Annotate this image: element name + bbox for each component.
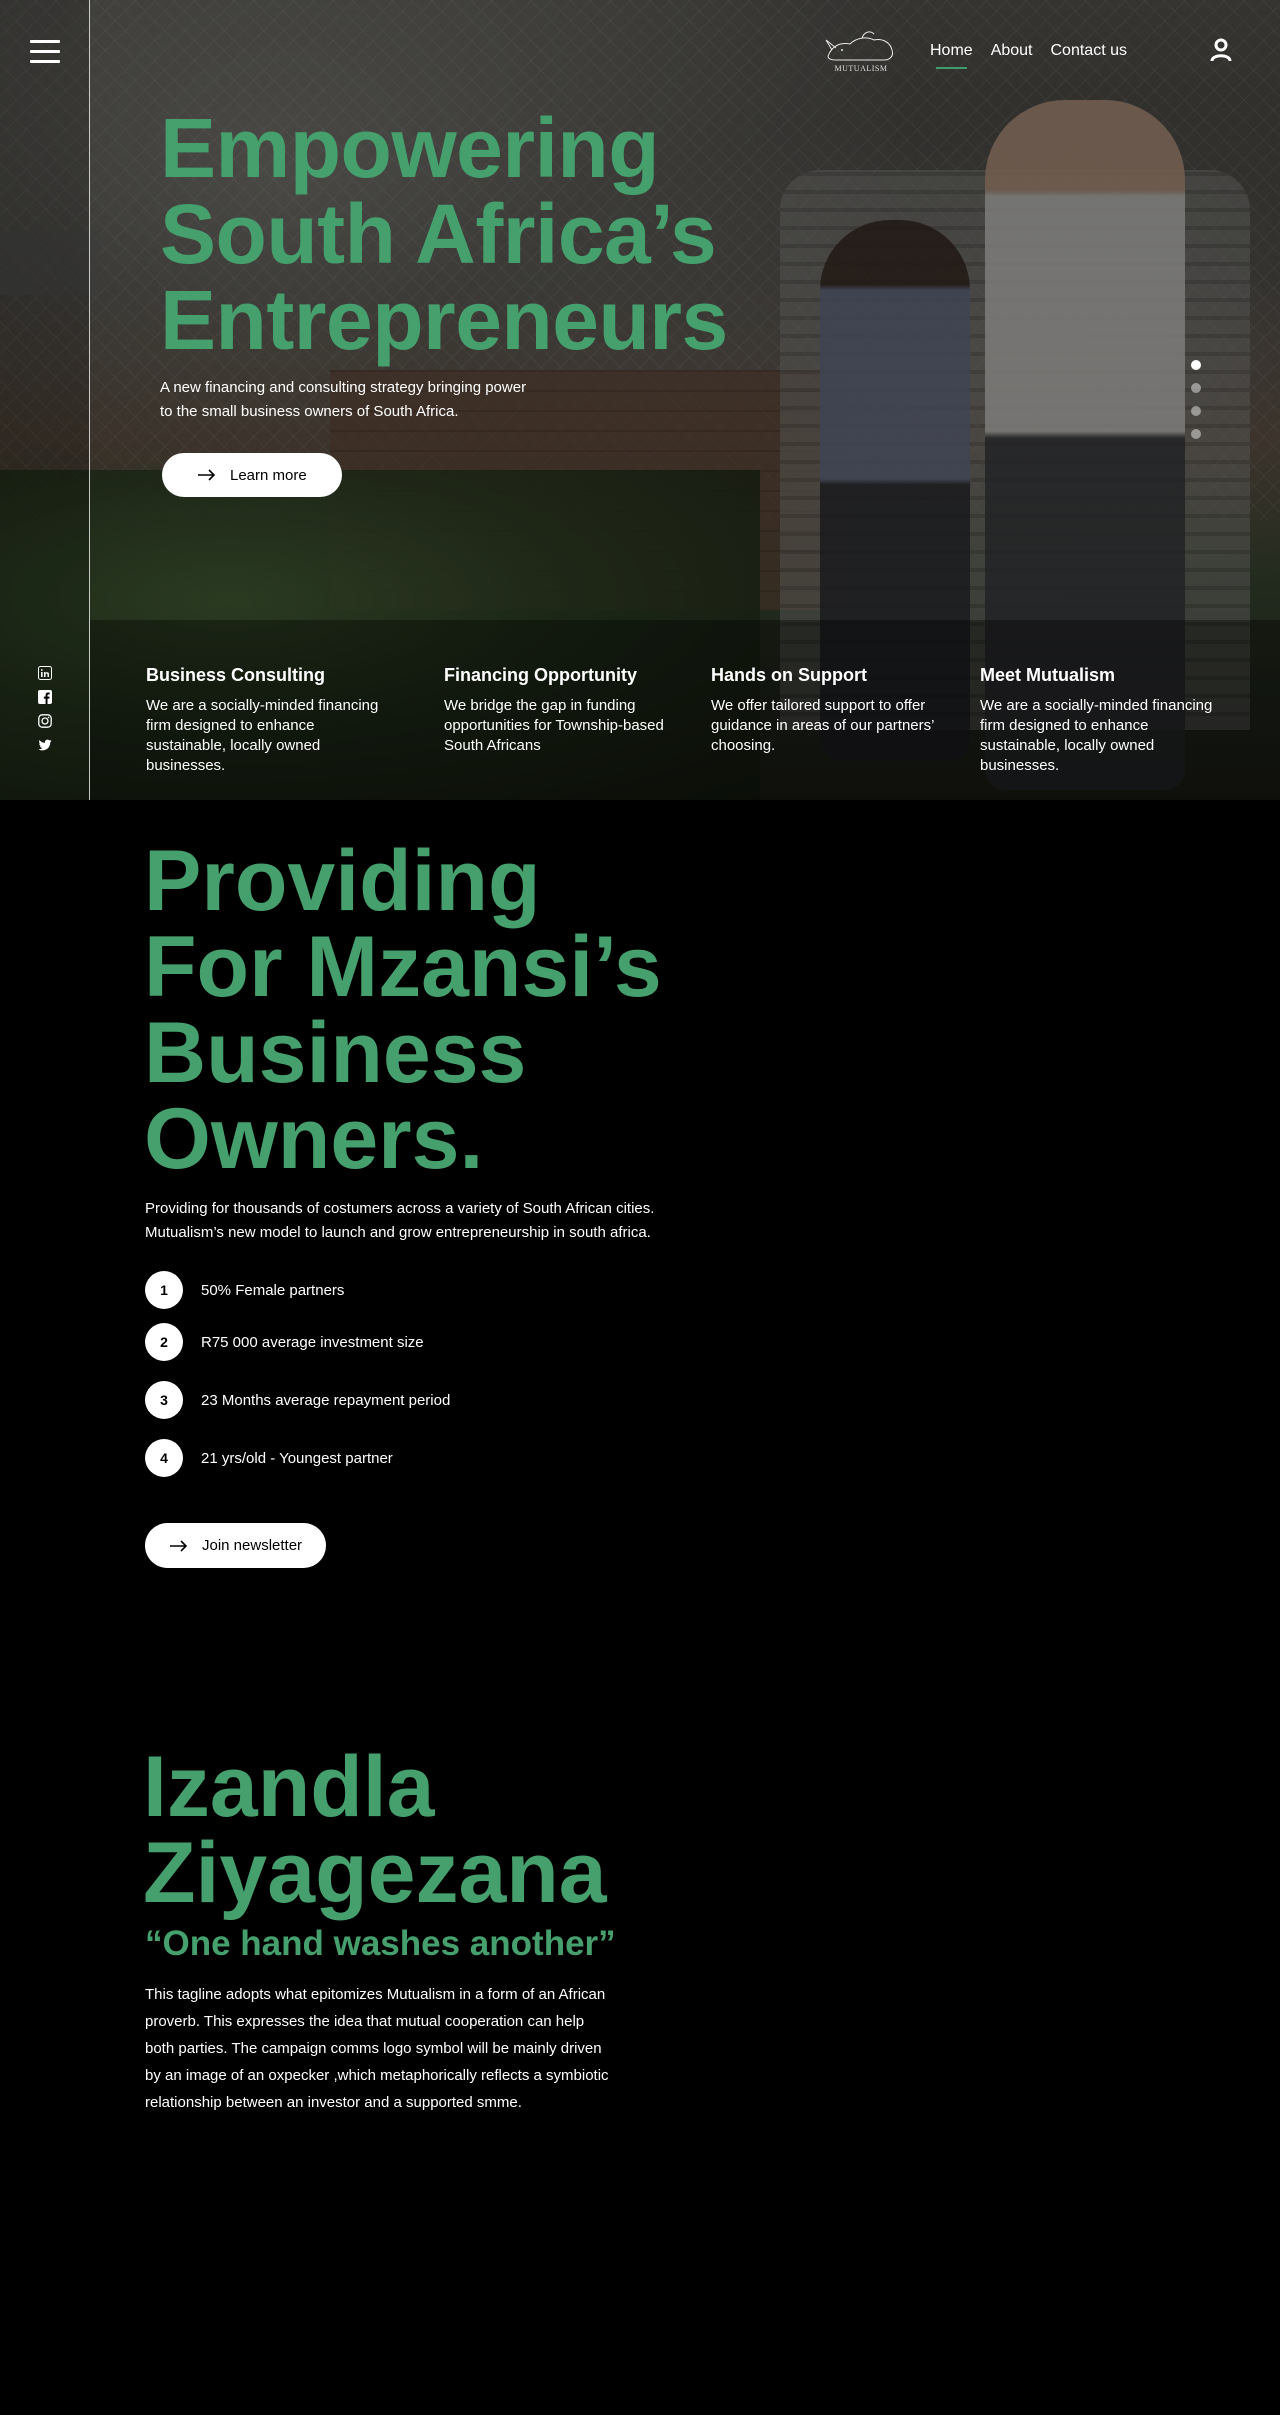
feature-text: We offer tailored support to offer guida… [711, 697, 934, 754]
providing-title: Providing For Mzansi’s Business Owners. [144, 838, 662, 1182]
social-links [38, 666, 52, 752]
slider-dot-4[interactable] [1191, 429, 1201, 439]
learn-more-label: Learn more [230, 466, 307, 484]
twitter-icon[interactable] [38, 738, 52, 752]
stat-item: 2 R75 000 average investment size [145, 1323, 424, 1361]
stat-number-badge: 3 [145, 1381, 183, 1419]
instagram-icon[interactable] [38, 714, 52, 728]
feature-title: Meet Mutualism [980, 665, 1116, 685]
stat-number-badge: 1 [145, 1271, 183, 1309]
rhino-oxpecker-logo-icon [825, 31, 893, 61]
stat-label: 50% Female partners [201, 1281, 345, 1299]
hero-title-line: Entrepreneurs [160, 273, 728, 367]
arrow-right-icon [198, 469, 216, 481]
izandla-title-line: Izandla [143, 1739, 435, 1835]
feature-text: We are a socially-minded financing firm … [980, 697, 1213, 774]
feature-hands-on-support: Hands on Support We offer tailored suppo… [711, 665, 936, 756]
nav-home[interactable]: Home [930, 42, 973, 69]
izandla-quote: “One hand washes another” [145, 1924, 616, 1963]
feature-text: We bridge the gap in funding opportuniti… [444, 697, 664, 754]
providing-title-line: For Mzansi’s [144, 919, 662, 1015]
stat-number-badge: 4 [145, 1439, 183, 1477]
stat-item: 4 21 yrs/old - Youngest partner [145, 1439, 393, 1477]
logo-wordmark: MUTUALISM [834, 64, 888, 73]
providing-title-line: Providing [144, 833, 541, 929]
nav-about[interactable]: About [991, 42, 1033, 60]
feature-financing-opportunity: Financing Opportunity We bridge the gap … [444, 665, 669, 756]
providing-title-line: Owners. [144, 1091, 484, 1187]
join-newsletter-label: Join newsletter [202, 1537, 303, 1554]
providing-subtitle: Providing for thousands of costumers acr… [145, 1200, 655, 1241]
learn-more-button[interactable]: Learn more [162, 453, 342, 497]
slider-dot-2[interactable] [1191, 383, 1201, 393]
hamburger-menu-icon[interactable] [30, 40, 60, 64]
linkedin-icon[interactable] [38, 666, 52, 680]
stat-label: R75 000 average investment size [201, 1333, 424, 1351]
stat-label: 23 Months average repayment period [201, 1391, 451, 1409]
join-newsletter-button[interactable]: Join newsletter [145, 1523, 326, 1568]
feature-title: Business Consulting [146, 665, 326, 685]
feature-title: Hands on Support [711, 665, 867, 685]
user-account-icon[interactable] [1210, 38, 1232, 62]
slider-dot-3[interactable] [1191, 406, 1201, 416]
feature-meet-mutualism: Meet Mutualism We are a socially-minded … [980, 665, 1230, 776]
slider-dot-1[interactable] [1191, 360, 1201, 370]
arrow-right-icon [170, 1539, 188, 1552]
stat-item: 3 23 Months average repayment period [145, 1381, 450, 1419]
izandla-body: This tagline adopts what epitomizes Mutu… [145, 1986, 609, 2111]
izandla-title: Izandla Ziyagezana [143, 1744, 607, 1916]
brand-logo[interactable]: MUTUALISM [822, 26, 900, 74]
slider-dots [1191, 360, 1201, 439]
hero-title-line: Empowering [160, 101, 660, 195]
stat-number-badge: 2 [145, 1323, 183, 1361]
providing-title-line: Business [144, 1005, 527, 1101]
nav-contact[interactable]: Contact us [1051, 42, 1127, 60]
feature-title: Financing Opportunity [444, 665, 637, 685]
main-nav: Home About Contact us [930, 42, 1127, 69]
facebook-icon[interactable] [38, 690, 52, 704]
feature-text: We are a socially-minded financing firm … [146, 697, 379, 774]
stat-label: 21 yrs/old - Youngest partner [201, 1449, 393, 1467]
feature-business-consulting: Business Consulting We are a socially-mi… [146, 665, 396, 776]
hero-title-line: South Africa’s [160, 187, 717, 281]
hero-subtitle: A new financing and consulting strategy … [160, 379, 527, 420]
stat-item: 1 50% Female partners [145, 1271, 344, 1309]
izandla-title-line: Ziyagezana [143, 1825, 607, 1921]
hero-title: Empowering South Africa’s Entrepreneurs [160, 105, 728, 363]
